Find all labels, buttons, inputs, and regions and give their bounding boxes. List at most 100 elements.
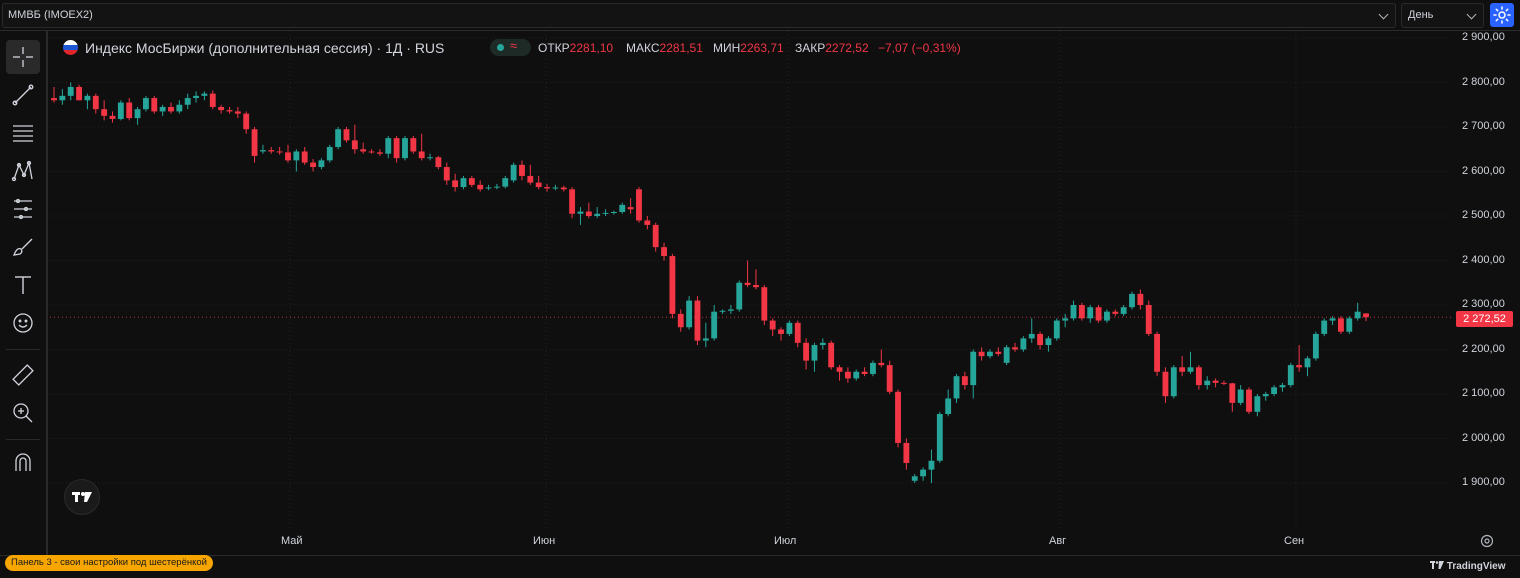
interval-select[interactable]: День bbox=[1401, 3, 1484, 28]
ohlc-high: МАКС2281,51 bbox=[626, 41, 703, 55]
candle-body bbox=[1120, 307, 1127, 314]
tradingview-brand[interactable]: TradingView bbox=[1430, 561, 1506, 572]
candle-body bbox=[1312, 333, 1319, 359]
candle-body bbox=[744, 282, 751, 285]
candle-body bbox=[109, 115, 116, 119]
candle bbox=[1053, 318, 1060, 341]
candle bbox=[159, 104, 166, 116]
candle-body bbox=[594, 213, 601, 216]
axis-settings-icon[interactable] bbox=[1480, 534, 1494, 548]
candle-body bbox=[928, 460, 935, 470]
candle bbox=[435, 155, 442, 170]
candle bbox=[326, 144, 333, 163]
time-label-jul: Июл bbox=[774, 535, 797, 547]
candle-body bbox=[761, 287, 768, 321]
candle bbox=[778, 327, 784, 341]
candle bbox=[1062, 313, 1069, 328]
candle bbox=[836, 365, 843, 381]
candle bbox=[226, 106, 233, 114]
candle bbox=[702, 322, 709, 348]
price-axis-label: 2 800,00 bbox=[1462, 75, 1505, 88]
candle-body bbox=[151, 98, 158, 112]
candle bbox=[418, 133, 425, 161]
candle bbox=[552, 184, 559, 191]
price-axis-label: 2 000,00 bbox=[1462, 431, 1505, 444]
symbol-select[interactable]: ММВБ (IMOEX2) bbox=[2, 3, 1396, 28]
candle-body bbox=[886, 365, 893, 392]
close-value: 2272,52 bbox=[825, 41, 869, 55]
candle bbox=[677, 309, 684, 332]
candle-body bbox=[477, 184, 484, 190]
candle-body bbox=[1262, 394, 1269, 397]
candle bbox=[335, 127, 342, 150]
candle bbox=[1229, 382, 1236, 412]
candle-body bbox=[51, 98, 57, 101]
market-status-pill[interactable]: ≈ bbox=[490, 38, 531, 56]
candle bbox=[719, 309, 726, 314]
candle bbox=[527, 164, 534, 185]
candle-body bbox=[1087, 307, 1094, 319]
candle-body bbox=[326, 147, 333, 161]
candle-body bbox=[1020, 338, 1027, 350]
ohlc-close: ЗАКР2272,52 −7,07 (−0,31%) bbox=[795, 41, 961, 55]
candle bbox=[1003, 345, 1010, 366]
candle-body bbox=[945, 398, 952, 415]
candle-body bbox=[1279, 385, 1286, 388]
candle-body bbox=[276, 151, 283, 153]
candle-body bbox=[234, 111, 241, 114]
price-axis-label: 2 100,00 bbox=[1462, 387, 1505, 399]
candle bbox=[1179, 356, 1186, 377]
candle bbox=[753, 269, 759, 290]
candle bbox=[811, 342, 818, 372]
candle-body bbox=[176, 104, 183, 112]
candle-body bbox=[1037, 333, 1044, 346]
candle bbox=[67, 82, 74, 101]
candle bbox=[310, 159, 316, 172]
candle-body bbox=[736, 282, 743, 310]
candle-body bbox=[251, 129, 258, 156]
candle-body bbox=[293, 151, 300, 161]
market-open-dot-icon bbox=[497, 44, 504, 51]
candle-body bbox=[819, 342, 826, 346]
legend-title[interactable]: Индекс МосБиржи (дополнительная сессия) … bbox=[85, 40, 444, 56]
ohlc-open: ОТКР2281,10 bbox=[538, 41, 613, 55]
candle bbox=[142, 95, 149, 112]
candle bbox=[318, 158, 325, 170]
candle-body bbox=[970, 351, 977, 386]
candle-body bbox=[844, 371, 851, 379]
candle bbox=[1087, 305, 1094, 323]
candle bbox=[1120, 305, 1127, 317]
candle-body bbox=[76, 86, 82, 101]
candle bbox=[1312, 331, 1319, 361]
candle-body bbox=[335, 129, 342, 148]
candle-body bbox=[259, 150, 266, 152]
delayed-data-icon: ≈ bbox=[510, 38, 518, 53]
candle bbox=[485, 184, 492, 191]
candle bbox=[427, 153, 433, 161]
candle-body bbox=[644, 220, 651, 225]
candle-body bbox=[493, 186, 500, 188]
candle-body bbox=[544, 187, 550, 189]
candle bbox=[393, 135, 400, 163]
candle-body bbox=[502, 178, 509, 187]
price-axis-label: 2 200,00 bbox=[1462, 342, 1505, 355]
settings-button[interactable] bbox=[1490, 3, 1514, 27]
candle-body bbox=[168, 106, 174, 112]
candlestick-chart[interactable] bbox=[0, 31, 1452, 555]
candle-body bbox=[1145, 305, 1152, 334]
candle-body bbox=[828, 342, 835, 368]
candle-body bbox=[535, 182, 542, 188]
candle bbox=[385, 135, 392, 159]
candle-body bbox=[410, 138, 417, 152]
candle-body bbox=[920, 469, 927, 477]
tradingview-logo-button[interactable] bbox=[64, 479, 100, 515]
candle bbox=[1187, 351, 1194, 374]
candle bbox=[961, 371, 968, 390]
candle bbox=[126, 98, 133, 121]
candle bbox=[661, 242, 667, 261]
price-axis[interactable]: 2 900,00 2 800,00 2 700,00 2 600,00 2 500,00… bbox=[1452, 31, 1520, 555]
candle bbox=[343, 127, 350, 143]
panel-note-badge[interactable]: Панель 3 - свои настройки под шестерёнко… bbox=[5, 555, 213, 571]
candle-body bbox=[1154, 333, 1161, 372]
candle bbox=[234, 106, 241, 119]
